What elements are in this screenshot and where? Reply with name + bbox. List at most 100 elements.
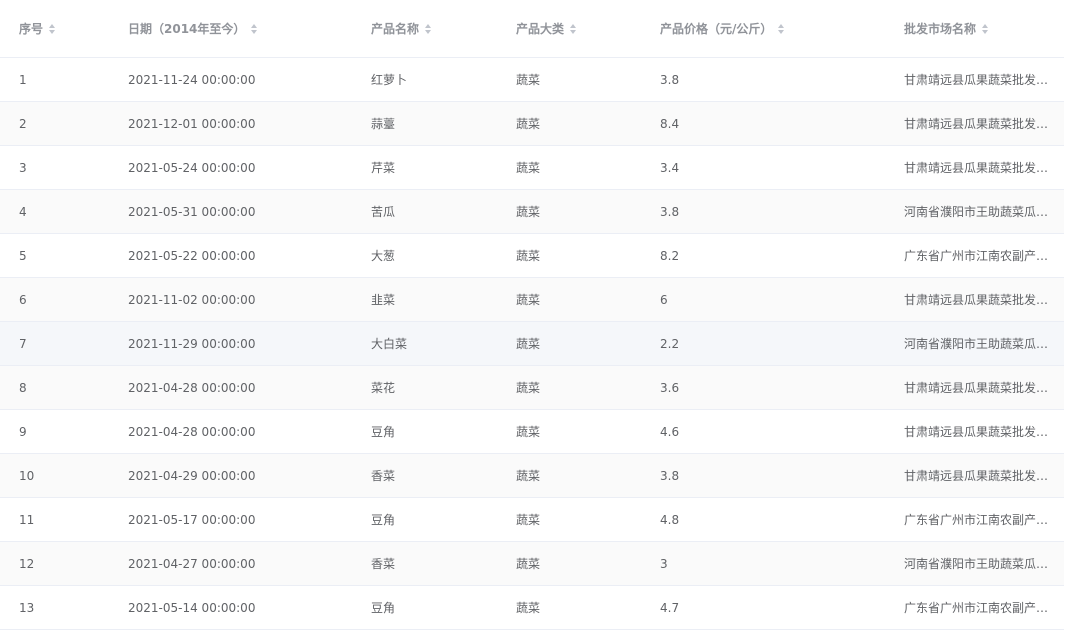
cell-market: 广东省广州市江南农副产…: [904, 586, 1060, 629]
cell-price: 3.8: [660, 58, 890, 101]
cell-text: 河南省濮阳市王助蔬菜瓜…: [904, 205, 1049, 219]
cell-category: 蔬菜: [516, 234, 646, 277]
cell-date: 2021-11-02 00:00:00: [128, 278, 348, 321]
cell-text: 2021-04-29 00:00:00: [128, 468, 256, 483]
cell-date: 2021-11-24 00:00:00: [128, 58, 348, 101]
column-header-category[interactable]: 产品大类: [516, 0, 646, 57]
cell-category: 蔬菜: [516, 322, 646, 365]
cell-date: 2021-05-17 00:00:00: [128, 498, 348, 541]
sort-caret-icon[interactable]: [570, 22, 578, 36]
table-row[interactable]: 10 2021-04-29 00:00:00 香菜 蔬菜 3.8 甘肃靖远县瓜果蔬菜批发…: [0, 454, 1064, 498]
cell-text: 蔬菜: [516, 73, 541, 87]
sort-ascending-icon[interactable]: [778, 23, 785, 28]
table-row[interactable]: 3 2021-05-24 00:00:00 芹菜 蔬菜 3.4 甘肃靖远县瓜果蔬菜批发…: [0, 146, 1064, 190]
table-row[interactable]: 7 2021-11-29 00:00:00 大白菜 蔬菜 2.2 河南省濮阳市王助蔬菜瓜…: [0, 322, 1064, 366]
cell-text: 8.2: [660, 248, 680, 263]
cell-category: 蔬菜: [516, 278, 646, 321]
cell-id: 8: [19, 366, 109, 409]
sort-descending-icon[interactable]: [251, 29, 258, 34]
cell-market: 甘肃靖远县瓜果蔬菜批发…: [904, 454, 1060, 497]
cell-text: 8: [19, 380, 27, 395]
sort-descending-icon[interactable]: [982, 29, 989, 34]
sort-descending-icon[interactable]: [425, 29, 432, 34]
cell-text: 9: [19, 424, 27, 439]
cell-price: 4.6: [660, 410, 890, 453]
cell-market: 广东省广州市江南农副产…: [904, 498, 1060, 541]
cell-id: 4: [19, 190, 109, 233]
cell-text: 广东省广州市江南农副产…: [904, 601, 1049, 615]
cell-name: 豆角: [371, 586, 501, 629]
sort-caret-icon[interactable]: [425, 22, 433, 36]
cell-category: 蔬菜: [516, 58, 646, 101]
sort-caret-icon[interactable]: [778, 22, 786, 36]
cell-name: 芹菜: [371, 146, 501, 189]
table-row[interactable]: 11 2021-05-17 00:00:00 豆角 蔬菜 4.8 广东省广州市江南农副产…: [0, 498, 1064, 542]
cell-text: 8.4: [660, 116, 680, 131]
cell-name: 大葱: [371, 234, 501, 277]
table-row[interactable]: 4 2021-05-31 00:00:00 苦瓜 蔬菜 3.8 河南省濮阳市王助蔬菜瓜…: [0, 190, 1064, 234]
sort-ascending-icon[interactable]: [425, 23, 432, 28]
cell-text: 3.6: [660, 380, 680, 395]
table-row[interactable]: 8 2021-04-28 00:00:00 菜花 蔬菜 3.6 甘肃靖远县瓜果蔬菜批发…: [0, 366, 1064, 410]
column-header-market[interactable]: 批发市场名称: [904, 0, 1060, 57]
cell-text: 11: [19, 512, 35, 527]
table-row[interactable]: 5 2021-05-22 00:00:00 大葱 蔬菜 8.2 广东省广州市江南农副产…: [0, 234, 1064, 278]
cell-category: 蔬菜: [516, 366, 646, 409]
cell-date: 2021-12-01 00:00:00: [128, 102, 348, 145]
cell-text: 蔬菜: [516, 469, 541, 483]
table-row[interactable]: 12 2021-04-27 00:00:00 香菜 蔬菜 3 河南省濮阳市王助蔬菜瓜…: [0, 542, 1064, 586]
sort-ascending-icon[interactable]: [982, 23, 989, 28]
sort-caret-icon[interactable]: [982, 22, 990, 36]
cell-text: 2.2: [660, 336, 680, 351]
sort-descending-icon[interactable]: [570, 29, 577, 34]
column-header-id[interactable]: 序号: [19, 0, 109, 57]
column-header-label: 产品价格（元/公斤）: [660, 22, 773, 36]
table-row[interactable]: 2 2021-12-01 00:00:00 蒜薹 蔬菜 8.4 甘肃靖远县瓜果蔬菜批发…: [0, 102, 1064, 146]
cell-price: 3.4: [660, 146, 890, 189]
cell-text: 菜花: [371, 381, 396, 395]
column-header-date[interactable]: 日期（2014年至今）: [128, 0, 348, 57]
sort-ascending-icon[interactable]: [570, 23, 577, 28]
cell-text: 甘肃靖远县瓜果蔬菜批发…: [904, 425, 1049, 439]
sort-descending-icon[interactable]: [49, 29, 56, 34]
table-row[interactable]: 1 2021-11-24 00:00:00 红萝卜 蔬菜 3.8 甘肃靖远县瓜果蔬菜批发…: [0, 58, 1064, 102]
table-row[interactable]: 6 2021-11-02 00:00:00 韭菜 蔬菜 6 甘肃靖远县瓜果蔬菜批发…: [0, 278, 1064, 322]
cell-text: 4: [19, 204, 27, 219]
cell-text: 甘肃靖远县瓜果蔬菜批发…: [904, 381, 1049, 395]
cell-text: 甘肃靖远县瓜果蔬菜批发…: [904, 117, 1049, 131]
cell-price: 2.2: [660, 322, 890, 365]
sort-caret-icon[interactable]: [251, 22, 259, 36]
cell-market: 河南省濮阳市王助蔬菜瓜…: [904, 322, 1060, 365]
cell-text: 大白菜: [371, 337, 408, 351]
cell-market: 甘肃靖远县瓜果蔬菜批发…: [904, 410, 1060, 453]
sort-caret-icon[interactable]: [49, 22, 57, 36]
cell-category: 蔬菜: [516, 190, 646, 233]
cell-id: 12: [19, 542, 109, 585]
column-header-label: 产品名称: [371, 22, 420, 36]
cell-date: 2021-05-31 00:00:00: [128, 190, 348, 233]
cell-id: 6: [19, 278, 109, 321]
table-row[interactable]: 13 2021-05-14 00:00:00 豆角 蔬菜 4.7 广东省广州市江南农副产…: [0, 586, 1064, 630]
cell-name: 香菜: [371, 454, 501, 497]
sort-descending-icon[interactable]: [778, 29, 785, 34]
cell-name: 蒜薹: [371, 102, 501, 145]
cell-text: 12: [19, 556, 35, 571]
cell-name: 苦瓜: [371, 190, 501, 233]
column-header-name[interactable]: 产品名称: [371, 0, 501, 57]
cell-text: 豆角: [371, 425, 396, 439]
cell-text: 4.6: [660, 424, 680, 439]
column-header-price[interactable]: 产品价格（元/公斤）: [660, 0, 890, 57]
cell-market: 甘肃靖远县瓜果蔬菜批发…: [904, 102, 1060, 145]
cell-text: 3.8: [660, 468, 680, 483]
cell-text: 6: [660, 292, 668, 307]
sort-ascending-icon[interactable]: [49, 23, 56, 28]
table-row[interactable]: 9 2021-04-28 00:00:00 豆角 蔬菜 4.6 甘肃靖远县瓜果蔬菜批发…: [0, 410, 1064, 454]
cell-text: 3.4: [660, 160, 680, 175]
cell-date: 2021-04-28 00:00:00: [128, 410, 348, 453]
cell-market: 广东省广州市江南农副产…: [904, 234, 1060, 277]
cell-text: 2021-11-24 00:00:00: [128, 72, 256, 87]
sort-ascending-icon[interactable]: [251, 23, 258, 28]
cell-text: 甘肃靖远县瓜果蔬菜批发…: [904, 161, 1049, 175]
column-header-label: 批发市场名称: [904, 22, 977, 36]
cell-market: 甘肃靖远县瓜果蔬菜批发…: [904, 366, 1060, 409]
